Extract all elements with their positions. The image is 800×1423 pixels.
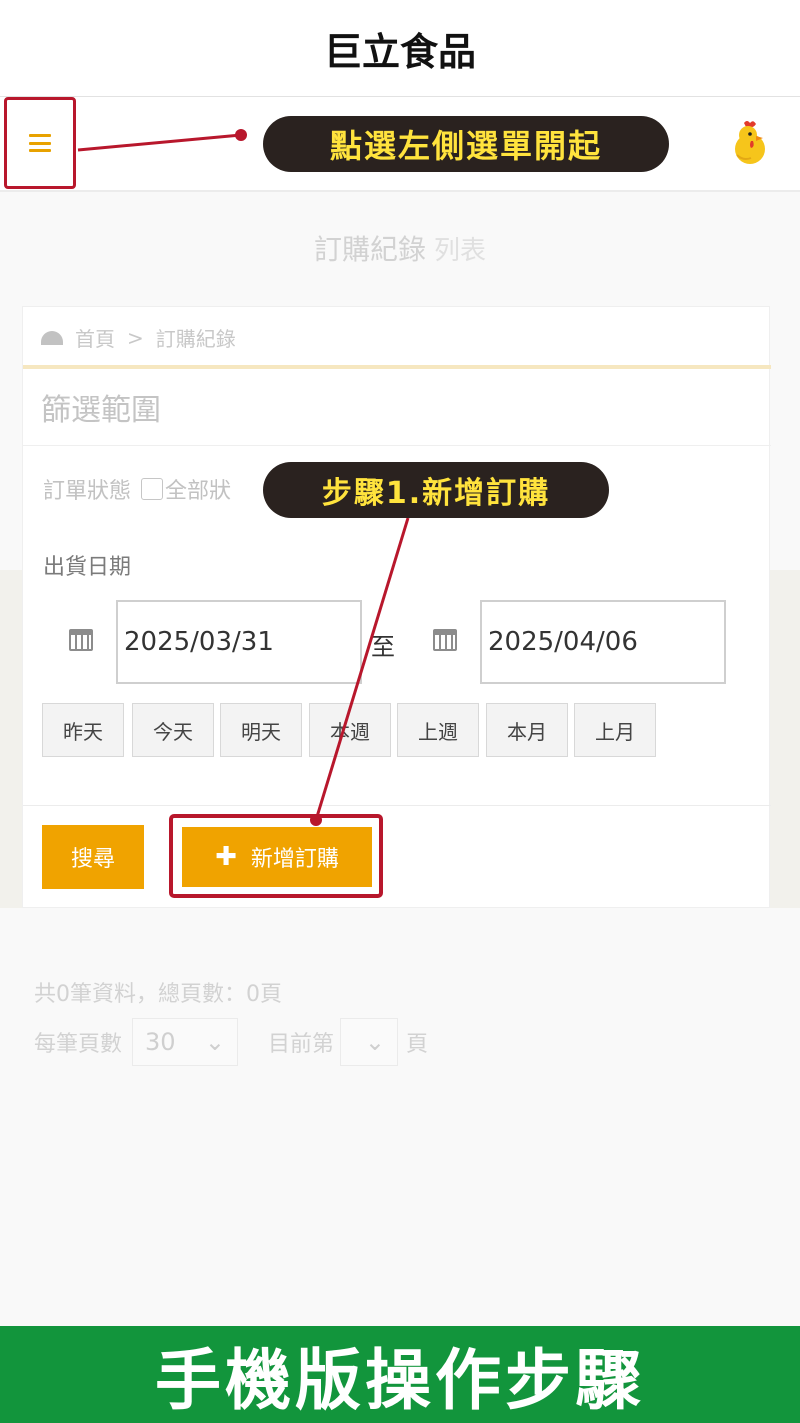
plus-icon: ✚ — [215, 842, 237, 872]
order-status-label: 訂單狀態 — [43, 479, 132, 504]
divider — [23, 365, 771, 369]
instruction-banner: 手機版操作步驟 — [0, 1326, 800, 1423]
quick-range-button[interactable]: 上週 — [397, 703, 479, 757]
hamburger-icon — [29, 134, 51, 152]
page-title: 訂購紀錄 — [313, 233, 426, 266]
add-order-button[interactable]: ✚ 新增訂購 — [182, 827, 372, 887]
calendar-icon — [69, 629, 93, 651]
breadcrumb: 首頁 > 訂購紀錄 — [41, 323, 236, 352]
breadcrumb-separator: > — [127, 325, 144, 350]
add-order-highlight: ✚ 新增訂購 — [169, 814, 383, 898]
current-page-suffix: 頁 — [406, 1032, 429, 1057]
order-status-row: 訂單狀態 全部狀 — [43, 473, 231, 505]
step1-callout: 步驟1.新增訂購 — [263, 462, 609, 518]
chicken-icon[interactable] — [726, 119, 770, 167]
quick-range-button[interactable]: 本週 — [309, 703, 391, 757]
filter-card: 首頁 > 訂購紀錄 篩選範圍 訂單狀態 全部狀 出貨日期 2025/03/31 … — [22, 306, 771, 908]
all-status-checkbox-label: 全部狀 — [165, 479, 232, 504]
chevron-down-icon: ⌄ — [204, 1028, 226, 1056]
per-page-value: 30 — [145, 1028, 176, 1056]
end-date-input[interactable]: 2025/04/06 — [480, 600, 726, 684]
divider — [23, 805, 771, 806]
quick-range-button[interactable]: 明天 — [220, 703, 302, 757]
quick-range-button[interactable]: 今天 — [132, 703, 214, 757]
search-button[interactable]: 搜尋 — [42, 825, 144, 889]
ship-date-label: 出貨日期 — [43, 555, 132, 580]
page-subtitle: 列表 — [434, 236, 487, 266]
current-page-prefix: 目前第 — [268, 1032, 335, 1057]
page-heading: 訂購紀錄 列表 — [0, 228, 800, 268]
breadcrumb-current: 訂購紀錄 — [155, 327, 236, 351]
quick-range-button[interactable]: 上月 — [574, 703, 656, 757]
dashboard-icon — [41, 330, 63, 345]
breadcrumb-home[interactable]: 首頁 — [75, 323, 115, 352]
per-page-label: 每筆頁數 — [34, 1032, 123, 1057]
start-date-input[interactable]: 2025/03/31 — [116, 600, 362, 684]
quick-range-button[interactable]: 本月 — [486, 703, 568, 757]
pagination-row: 每筆頁數 30 ⌄ 目前第 ⌄ 頁 — [34, 1018, 428, 1066]
result-count: 共0筆資料，總頁數：0頁 — [34, 982, 282, 1007]
date-range-to-label: 至 — [371, 633, 395, 661]
quick-range-button[interactable]: 昨天 — [42, 703, 124, 757]
app-title: 巨立食品 — [0, 0, 800, 96]
current-page-select[interactable]: ⌄ — [340, 1018, 399, 1066]
per-page-select[interactable]: 30 ⌄ — [132, 1018, 239, 1066]
calendar-icon — [433, 629, 457, 651]
menu-hint-callout: 點選左側選單開起 — [263, 116, 669, 172]
chevron-down-icon: ⌄ — [364, 1028, 386, 1056]
all-status-checkbox[interactable] — [141, 478, 164, 500]
filter-title: 篩選範圍 — [41, 393, 161, 428]
divider — [23, 445, 771, 446]
add-order-label: 新增訂購 — [250, 847, 339, 872]
menu-button[interactable] — [4, 97, 76, 189]
